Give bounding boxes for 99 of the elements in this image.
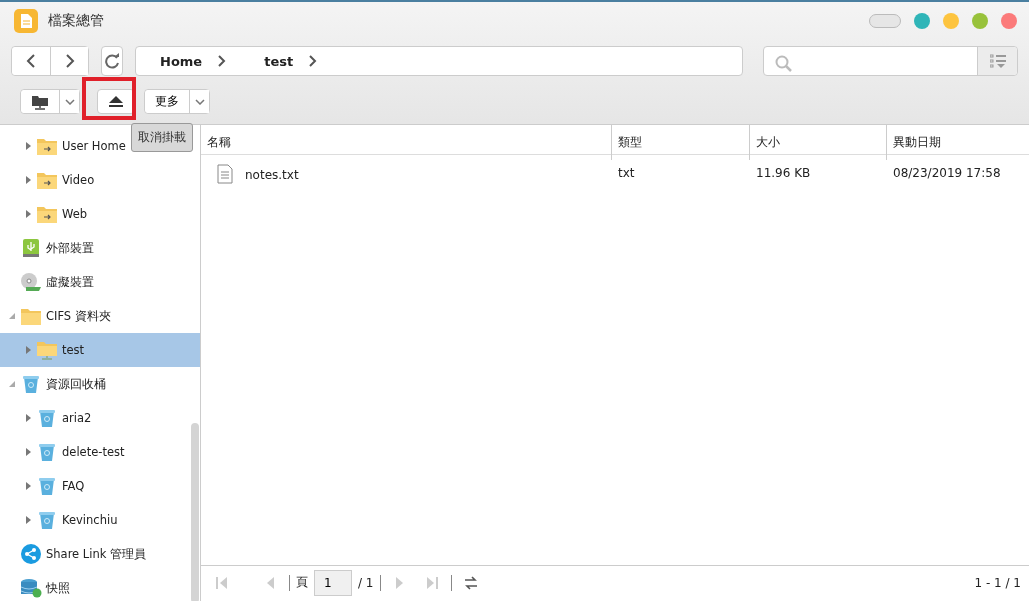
sidebar-item-label: User Home bbox=[62, 139, 126, 153]
folder-icon bbox=[20, 306, 42, 326]
shared-folder-icon bbox=[36, 170, 58, 190]
sidebar-item[interactable]: test bbox=[0, 333, 200, 367]
table-cell-text: 08/23/2019 17:58 bbox=[892, 165, 1002, 182]
sidebar-item-label: Kevinchiu bbox=[62, 513, 118, 527]
tooltip: 取消掛載 bbox=[131, 123, 193, 152]
sidebar-item[interactable]: CIFS 資料夾 bbox=[0, 299, 117, 333]
table-cell-text: 11.96 KB bbox=[755, 165, 812, 182]
chevron-left-icon bbox=[26, 53, 36, 69]
result-count: 1 - 1 / 1 bbox=[974, 575, 1021, 590]
sidebar-item-label: test bbox=[62, 343, 85, 357]
chevron-right-icon bbox=[64, 53, 75, 69]
skip-first-icon bbox=[215, 575, 229, 590]
window-control-button[interactable] bbox=[972, 13, 988, 29]
network-folder-icon bbox=[36, 340, 58, 360]
page-total: / 1 bbox=[358, 575, 374, 590]
chevron-right-icon bbox=[309, 55, 318, 67]
sidebar-item-label: Video bbox=[62, 173, 95, 187]
sidebar-item-label: delete-test bbox=[62, 445, 125, 459]
sidebar-item[interactable]: Web bbox=[0, 197, 94, 231]
expand-arrow-icon[interactable] bbox=[24, 448, 32, 456]
column-header: 大小 bbox=[750, 125, 887, 160]
network-folder-icon bbox=[31, 93, 49, 110]
sidebar-item[interactable]: User Home bbox=[0, 129, 132, 163]
list-filter-icon bbox=[989, 54, 1006, 68]
breadcrumb-item[interactable]: Home bbox=[158, 53, 205, 69]
expand-arrow-icon[interactable] bbox=[24, 210, 32, 218]
window-mode-button[interactable] bbox=[869, 14, 901, 28]
expand-arrow-icon[interactable] bbox=[24, 176, 32, 184]
expand-arrow-icon[interactable] bbox=[24, 346, 32, 354]
sidebar-item-label: 外部裝置 bbox=[46, 240, 94, 256]
dropdown-arrow-button[interactable] bbox=[189, 90, 209, 113]
chevron-right-icon bbox=[218, 55, 227, 67]
eject-button[interactable] bbox=[97, 89, 135, 114]
sidebar-item-label: 虛擬裝置 bbox=[46, 274, 94, 290]
column-header: 名稱 bbox=[201, 125, 612, 160]
expand-arrow-icon[interactable] bbox=[24, 414, 32, 422]
sidebar-item[interactable]: 資源回收桶 bbox=[0, 367, 112, 401]
expand-arrow-icon[interactable] bbox=[24, 142, 32, 150]
recycle-bin-icon bbox=[36, 476, 58, 496]
sidebar-item[interactable]: aria2 bbox=[0, 401, 98, 435]
table-cell-text: txt bbox=[617, 165, 636, 182]
sidebar-item-label: FAQ bbox=[62, 479, 85, 493]
document-icon bbox=[217, 164, 233, 184]
share-icon bbox=[20, 544, 42, 564]
eject-icon bbox=[108, 95, 124, 108]
window-control-button[interactable] bbox=[914, 13, 930, 29]
column-header: 異動日期 bbox=[892, 134, 942, 151]
database-icon bbox=[20, 578, 42, 598]
page-label: 頁 bbox=[296, 574, 308, 591]
app-icon bbox=[14, 9, 38, 33]
refresh-button[interactable] bbox=[101, 46, 123, 76]
usb-drive-icon bbox=[20, 238, 42, 258]
sidebar-item[interactable]: 虛擬裝置 bbox=[0, 265, 100, 299]
window-control-button[interactable] bbox=[943, 13, 959, 29]
column-header: 類型 bbox=[612, 125, 750, 160]
view-dropdown[interactable] bbox=[20, 89, 80, 114]
close-button[interactable] bbox=[1001, 13, 1017, 29]
breadcrumb-item[interactable]: test bbox=[262, 53, 296, 69]
sidebar-item-label: aria2 bbox=[62, 411, 92, 425]
sidebar-item[interactable]: delete-test bbox=[0, 435, 131, 469]
sidebar-item-label: 快照 bbox=[46, 580, 70, 596]
shared-folder-icon bbox=[36, 204, 58, 224]
recycle-bin-icon bbox=[20, 374, 42, 394]
dropdown-arrow-button[interactable] bbox=[59, 90, 79, 113]
recycle-bin-icon bbox=[36, 442, 58, 462]
collapse-arrow-icon[interactable] bbox=[8, 380, 16, 388]
disc-drive-icon bbox=[20, 272, 42, 292]
swap-arrows-icon bbox=[463, 575, 478, 590]
sidebar-item[interactable]: Kevinchiu bbox=[0, 503, 124, 537]
sidebar-item[interactable]: 快照 bbox=[0, 571, 76, 601]
table-cell-text: notes.txt bbox=[245, 167, 299, 182]
search-icon bbox=[775, 55, 793, 73]
expand-arrow-icon[interactable] bbox=[24, 516, 32, 524]
sidebar-item-label: Web bbox=[62, 207, 88, 221]
sidebar-item[interactable]: Share Link 管理員 bbox=[0, 537, 153, 571]
highlight-frame bbox=[82, 77, 136, 120]
sidebar-item[interactable]: 外部裝置 bbox=[0, 231, 100, 265]
search-options-button[interactable] bbox=[977, 47, 1017, 75]
skip-last-icon bbox=[424, 575, 439, 590]
recycle-bin-icon bbox=[36, 510, 58, 530]
sidebar-item-label: Share Link 管理員 bbox=[46, 546, 147, 562]
shared-folder-icon bbox=[36, 136, 58, 156]
caret-icon bbox=[194, 98, 205, 105]
page-number-field[interactable]: 1 bbox=[314, 569, 352, 596]
window-title: 檔案總管 bbox=[48, 12, 105, 30]
sidebar-item-label: CIFS 資料夾 bbox=[46, 308, 111, 324]
expand-arrow-icon[interactable] bbox=[24, 482, 32, 490]
sidebar-item-label: 資源回收桶 bbox=[46, 376, 106, 392]
refresh-icon bbox=[104, 53, 120, 69]
caret-icon bbox=[64, 98, 75, 105]
forward-button[interactable] bbox=[50, 47, 88, 75]
scrollbar-thumb[interactable] bbox=[191, 423, 199, 601]
search-field[interactable] bbox=[763, 46, 1018, 76]
sidebar-item[interactable]: FAQ bbox=[0, 469, 91, 503]
sidebar-item[interactable]: Video bbox=[0, 163, 101, 197]
recycle-bin-icon bbox=[36, 408, 58, 428]
collapse-arrow-icon[interactable] bbox=[8, 312, 16, 320]
